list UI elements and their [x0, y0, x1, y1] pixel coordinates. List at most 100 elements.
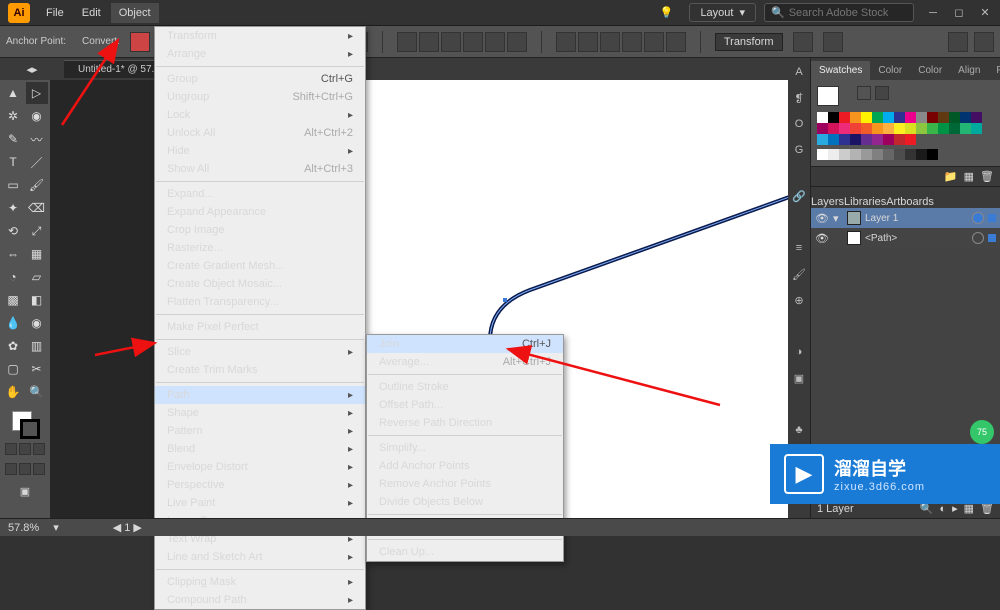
screen-mode[interactable]: ▣ — [20, 485, 30, 498]
tool-hand[interactable]: ✋ — [2, 381, 24, 403]
swatch[interactable] — [817, 134, 828, 145]
tool-free-transform[interactable]: ▦ — [26, 243, 48, 265]
stroke-icon[interactable]: ≡ — [791, 240, 807, 256]
tab-libraries[interactable]: Libraries — [844, 196, 886, 208]
object-menu-rasterize-[interactable]: Rasterize... — [155, 239, 365, 257]
align-r[interactable] — [441, 32, 461, 52]
search-input[interactable] — [789, 7, 909, 19]
align-l[interactable] — [397, 32, 417, 52]
object-menu-path[interactable]: Path — [155, 386, 365, 404]
menu-object[interactable]: Object — [111, 3, 159, 23]
object-menu-create-trim-marks[interactable]: Create Trim Marks — [155, 361, 365, 379]
object-menu-clipping-mask[interactable]: Clipping Mask — [155, 573, 365, 591]
swatch[interactable] — [817, 112, 828, 123]
swatch-gray[interactable] — [850, 149, 861, 160]
object-menu-perspective[interactable]: Perspective — [155, 476, 365, 494]
swatch[interactable] — [883, 134, 894, 145]
tab-artboards[interactable]: Artboards — [886, 196, 934, 208]
layer-target[interactable] — [972, 212, 984, 224]
visibility-toggle[interactable]: 👁 — [815, 212, 829, 225]
object-menu-blend[interactable]: Blend — [155, 440, 365, 458]
appearance-icon[interactable]: ◑ — [791, 344, 807, 360]
tool-perspective[interactable]: ▱ — [26, 266, 48, 288]
swatch[interactable] — [905, 123, 916, 134]
object-menu-create-gradient-mesh-[interactable]: Create Gradient Mesh... — [155, 257, 365, 275]
layer-row-path[interactable]: 👁 <Path> — [811, 228, 1000, 248]
layer-expand-toggle[interactable]: ▾ — [833, 212, 843, 225]
convert-corner-btn[interactable] — [130, 32, 150, 52]
graphic-styles-icon[interactable]: ▣ — [791, 370, 807, 386]
path-menu-offset-path-[interactable]: Offset Path... — [367, 396, 563, 414]
opentype-icon[interactable]: O — [791, 116, 807, 132]
transform-button[interactable]: Transform — [715, 33, 783, 51]
none-mode-btn[interactable] — [33, 443, 45, 455]
align-b[interactable] — [507, 32, 527, 52]
swatch-folder-icon[interactable]: 📁 — [944, 170, 958, 183]
align-m[interactable] — [485, 32, 505, 52]
swatch[interactable] — [817, 123, 828, 134]
properties-icon[interactable]: A — [791, 64, 807, 80]
object-menu-hide[interactable]: Hide — [155, 142, 365, 160]
symbols-icon[interactable]: ⊕ — [791, 292, 807, 308]
menu-file[interactable]: File — [38, 3, 72, 23]
swatch[interactable] — [916, 112, 927, 123]
align-c[interactable] — [419, 32, 439, 52]
dist-2[interactable] — [578, 32, 598, 52]
mask-icon[interactable]: ◐ — [939, 503, 946, 515]
swatch[interactable] — [828, 123, 839, 134]
swatch[interactable] — [883, 123, 894, 134]
panel-toggle-2[interactable] — [974, 32, 994, 52]
tool-direct-selection[interactable]: ▷ — [26, 82, 48, 104]
swatch[interactable] — [905, 112, 916, 123]
menu-edit[interactable]: Edit — [74, 3, 109, 23]
swatch-gray[interactable] — [828, 149, 839, 160]
swatch[interactable] — [938, 112, 949, 123]
swatch[interactable] — [971, 123, 982, 134]
tool-eraser[interactable]: ⌫ — [26, 197, 48, 219]
tool-mesh[interactable]: ▩ — [2, 289, 24, 311]
swatch[interactable] — [850, 123, 861, 134]
tool-width[interactable]: ⇔ — [2, 243, 24, 265]
dist-5[interactable] — [644, 32, 664, 52]
swatch[interactable] — [861, 134, 872, 145]
tool-shaper[interactable]: ✦ — [2, 197, 24, 219]
tool-scale[interactable]: ⤢ — [26, 220, 48, 242]
tool-rotate[interactable]: ⟲ — [2, 220, 24, 242]
swatch-new-icon[interactable]: ▦ — [964, 170, 974, 183]
swatch-gray[interactable] — [916, 149, 927, 160]
pixelsnap-btn[interactable] — [823, 32, 843, 52]
window-close[interactable]: ✕ — [978, 6, 992, 20]
swatch[interactable] — [872, 123, 883, 134]
swatch[interactable] — [839, 123, 850, 134]
tool-line[interactable]: ／ — [26, 151, 48, 173]
object-menu-arrange[interactable]: Arrange — [155, 45, 365, 63]
window-minimize[interactable]: ─ — [926, 6, 940, 20]
swatch-grid[interactable] — [817, 112, 987, 145]
swatch-gray[interactable] — [894, 149, 905, 160]
tab-layers[interactable]: Layers — [811, 196, 844, 208]
tool-symbol-sprayer[interactable]: ✿ — [2, 335, 24, 357]
align-t[interactable] — [463, 32, 483, 52]
tab-color-guide[interactable]: Color — [910, 61, 950, 80]
swatch-gray[interactable] — [905, 149, 916, 160]
path-menu-clean-up-[interactable]: Clean Up... — [367, 543, 563, 561]
tool-pen[interactable]: ✎ — [2, 128, 24, 150]
swatch-gray[interactable] — [861, 149, 872, 160]
tool-selection[interactable]: ▲ — [2, 82, 24, 104]
swatch[interactable] — [883, 112, 894, 123]
object-menu-expand-[interactable]: Expand... — [155, 185, 365, 203]
chevron-down-icon[interactable]: ▾ — [53, 521, 59, 534]
swatch[interactable] — [927, 112, 938, 123]
dist-1[interactable] — [556, 32, 576, 52]
visibility-toggle[interactable]: 👁 — [815, 232, 829, 245]
swatch-grays[interactable] — [817, 149, 987, 160]
tool-curvature[interactable]: 〰 — [26, 128, 48, 150]
tool-eyedropper[interactable]: 💧 — [2, 312, 24, 334]
dist-4[interactable] — [622, 32, 642, 52]
tab-swatches[interactable]: Swatches — [811, 61, 870, 80]
character-icon[interactable]: ❡ — [791, 90, 807, 106]
path-menu-join[interactable]: JoinCtrl+J — [367, 335, 563, 353]
tool-type[interactable]: T — [2, 151, 24, 173]
object-menu-create-object-mosaic-[interactable]: Create Object Mosaic... — [155, 275, 365, 293]
swatch[interactable] — [949, 112, 960, 123]
